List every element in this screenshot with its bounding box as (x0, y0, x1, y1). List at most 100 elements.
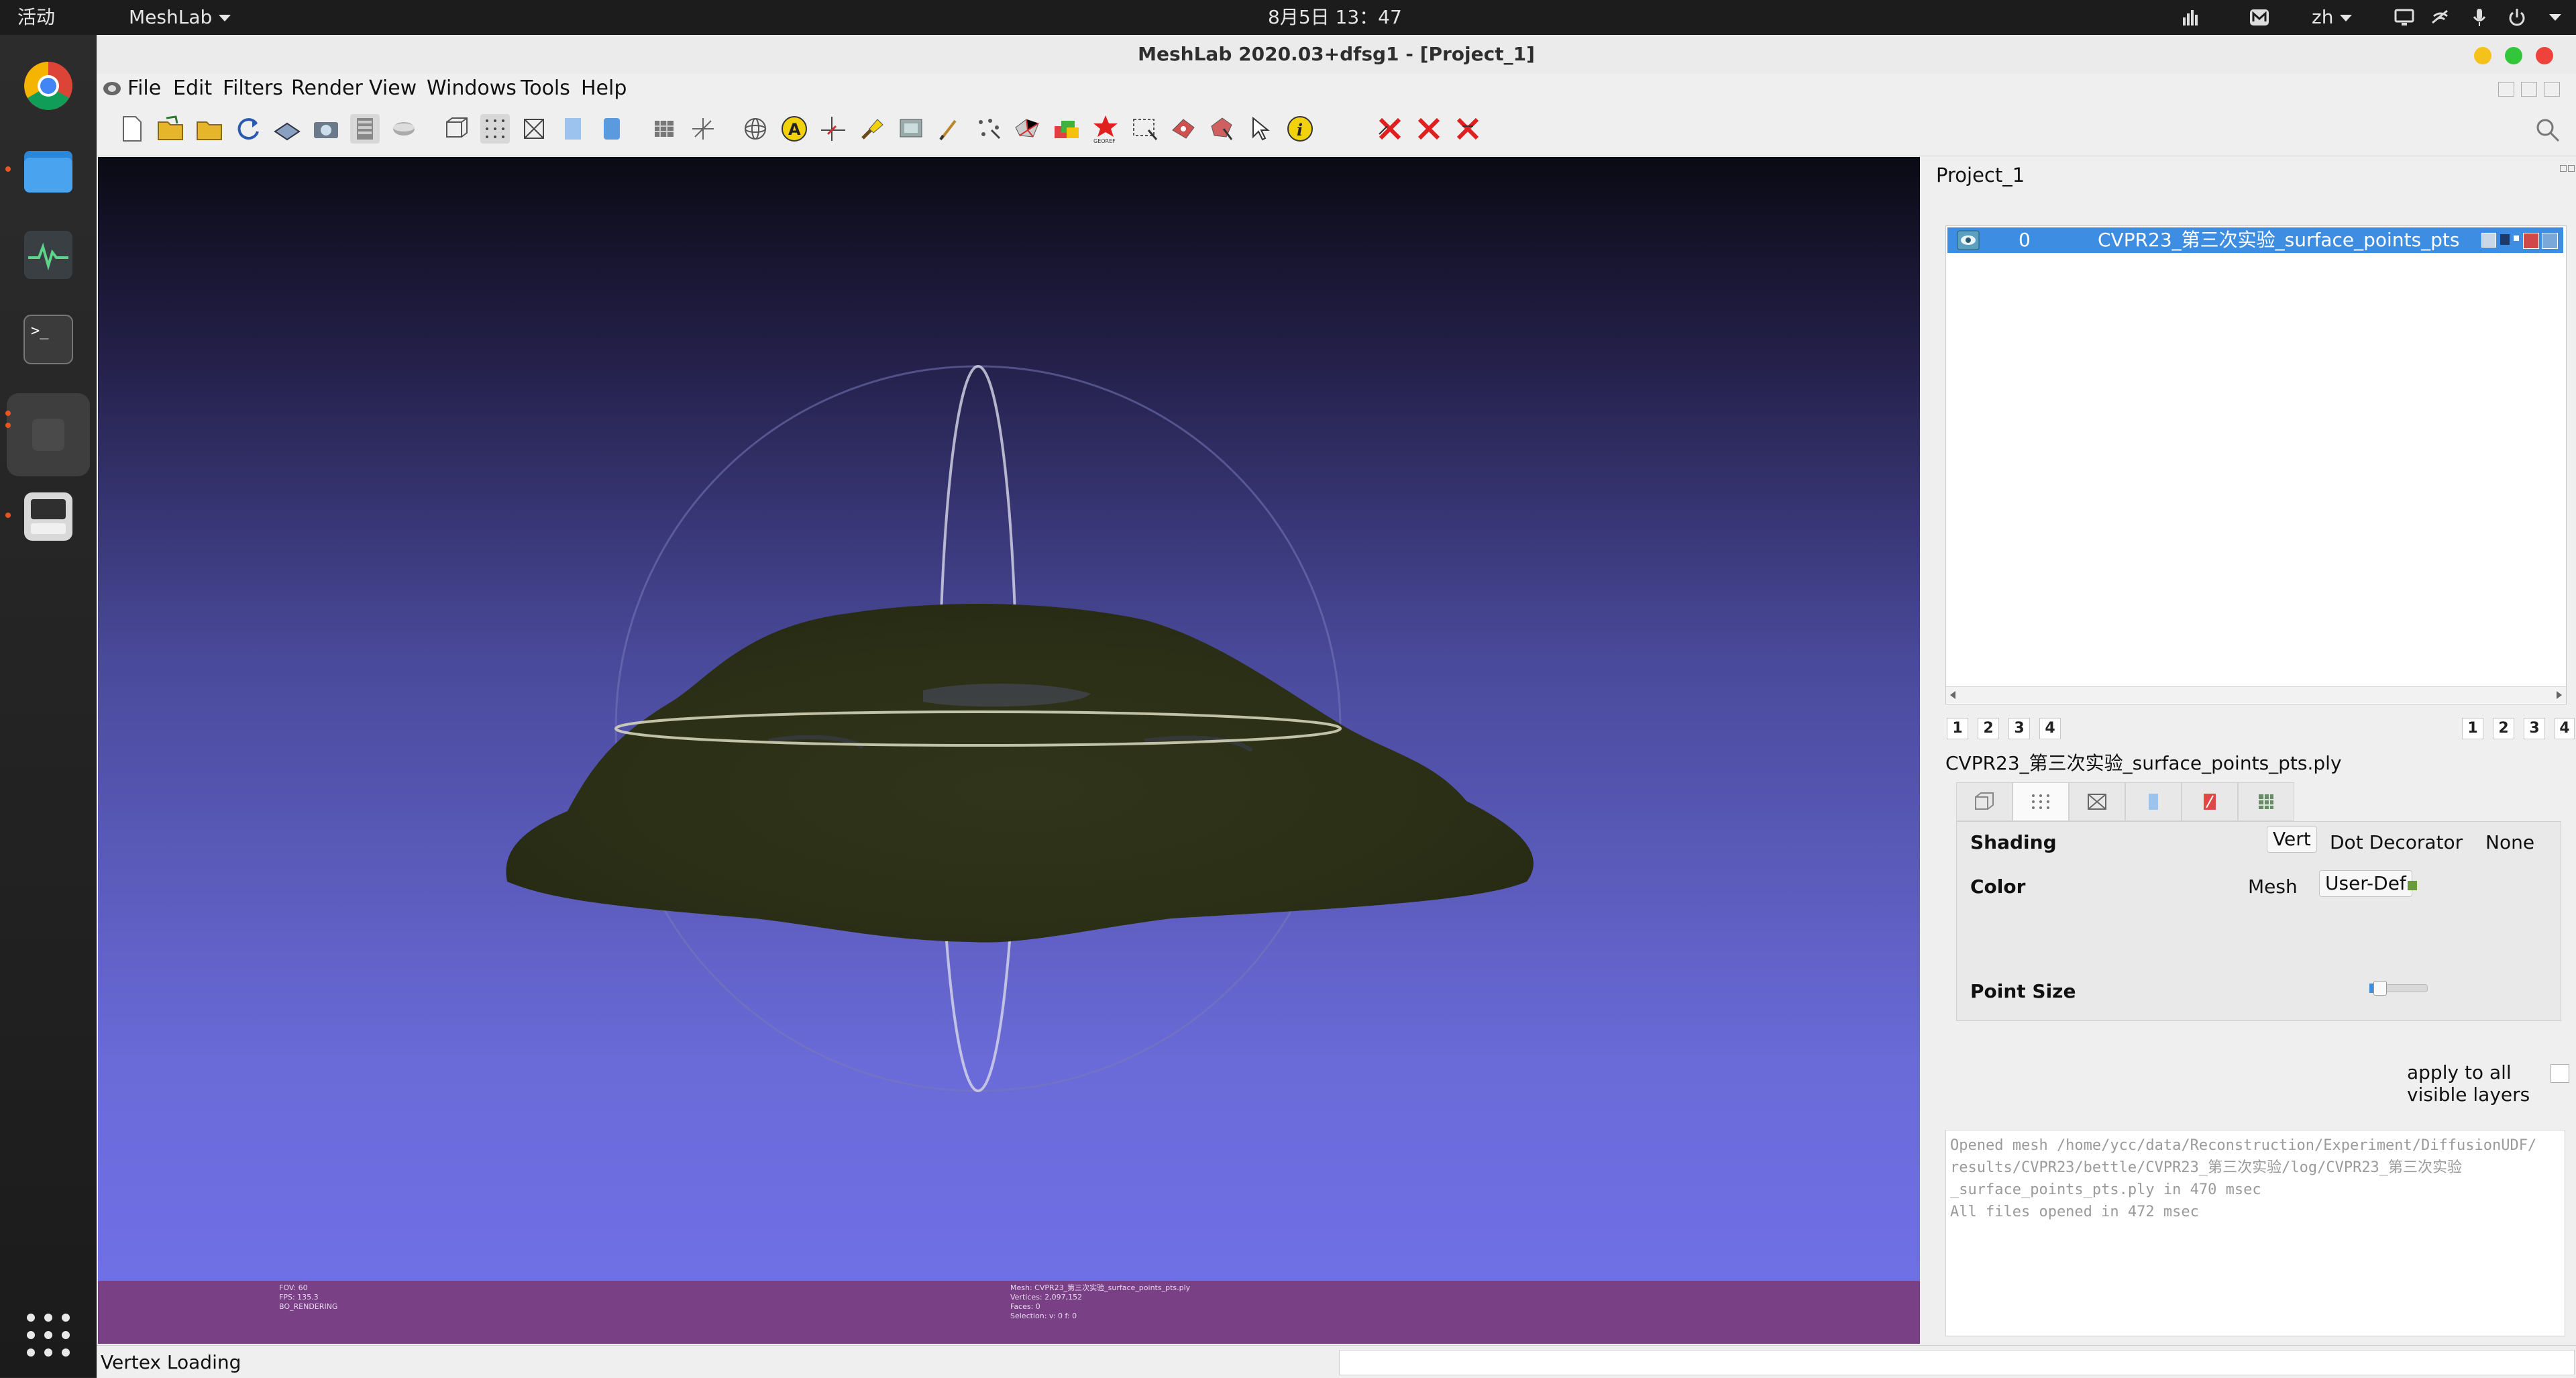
layer-row[interactable]: 0 CVPR23_第三次实验_surface_points_pts (1947, 227, 2563, 253)
maximize-button[interactable] (2505, 47, 2522, 64)
measure-tool-icon[interactable] (818, 114, 848, 144)
color-userdef-button[interactable]: User-Def (2319, 870, 2412, 897)
scroll-right-icon[interactable] (2557, 691, 2562, 699)
menu-file[interactable]: File (127, 74, 161, 103)
show-applications-icon[interactable] (25, 1312, 71, 1358)
menu-filters[interactable]: Filters (223, 74, 283, 103)
menu-edit[interactable]: Edit (173, 74, 212, 103)
network-disabled-icon[interactable] (2430, 7, 2451, 28)
decorate-icon[interactable] (649, 114, 679, 144)
tab-decorators[interactable] (2238, 782, 2294, 821)
system-menu-chevron-icon[interactable] (2549, 14, 2561, 21)
shading-dot-decorator-option[interactable]: Dot Decorator (2330, 831, 2463, 853)
raster-layers-icon[interactable] (389, 114, 419, 144)
georef-icon[interactable]: GEOREF (1091, 114, 1120, 144)
delete-selected-icon[interactable] (1375, 114, 1405, 144)
window-titlebar[interactable]: MeshLab 2020.03+dfsg1 - [Project_1] (97, 35, 2576, 74)
annotation-icon[interactable]: A (780, 114, 809, 144)
activities-button[interactable]: 活动 (17, 0, 55, 35)
bounding-box-icon[interactable] (441, 114, 471, 144)
pager-left-3[interactable]: 3 (2008, 718, 2030, 739)
mdi-restore-button[interactable] (2521, 82, 2537, 97)
menu-windows[interactable]: Windows (427, 74, 517, 103)
new-project-icon[interactable] (117, 114, 146, 144)
layer-texture-icon[interactable] (2542, 233, 2558, 249)
smooth-shading-icon[interactable] (597, 114, 627, 144)
dock-meshlab-active[interactable] (7, 393, 90, 476)
dock-terminal[interactable]: >_ (17, 309, 79, 370)
flat-shading-icon[interactable] (558, 114, 588, 144)
show-axis-icon[interactable] (688, 114, 718, 144)
3d-viewport[interactable] (98, 157, 1920, 1285)
tab-bbox[interactable] (1956, 782, 2012, 821)
select-cursor-icon[interactable] (1246, 114, 1276, 144)
horizontal-scrollbar[interactable] (1946, 686, 2566, 703)
network-activity-icon[interactable] (2180, 7, 2202, 28)
layer-mesh-info-icon[interactable] (2481, 233, 2496, 248)
point-size-slider[interactable] (2369, 981, 2428, 996)
pick-points-icon[interactable] (1169, 114, 1198, 144)
select-connected-icon[interactable] (1208, 114, 1237, 144)
layer-list[interactable]: 0 CVPR23_第三次实验_surface_points_pts (1945, 225, 2567, 704)
pager-right-4[interactable]: 4 (2555, 718, 2575, 739)
eye-visibility-icon[interactable] (1957, 230, 1980, 250)
layer-dot-icon[interactable] (2514, 235, 2519, 241)
mdi-close-button[interactable] (2544, 82, 2560, 97)
tab-wireframe[interactable] (2069, 782, 2125, 821)
mail-icon[interactable] (2249, 7, 2270, 28)
pager-left-1[interactable]: 1 (1947, 718, 1968, 739)
menu-help[interactable]: Help (581, 74, 627, 103)
search-icon[interactable] (2534, 117, 2561, 144)
paint-tool-icon[interactable] (857, 114, 887, 144)
tab-flat[interactable] (2125, 782, 2182, 821)
minimize-button[interactable] (2474, 47, 2491, 64)
export-mesh-icon[interactable] (272, 114, 302, 144)
points-render-icon[interactable] (480, 114, 510, 144)
dock-chrome[interactable] (17, 55, 79, 117)
close-button[interactable] (2536, 47, 2553, 64)
layer-dialog-icon[interactable] (350, 114, 380, 144)
info-icon[interactable]: i (1285, 114, 1315, 144)
input-method-menu[interactable]: zh (2312, 0, 2353, 35)
pager-left-2[interactable]: 2 (1978, 718, 1999, 739)
display-icon[interactable] (2394, 7, 2415, 28)
wireframe-icon[interactable] (519, 114, 549, 144)
app-menu[interactable]: MeshLab (129, 0, 231, 35)
pager-right-2[interactable]: 2 (2493, 718, 2514, 739)
pager-left-4[interactable]: 4 (2039, 718, 2061, 739)
meshlab-logo-icon[interactable] (102, 79, 122, 98)
point-size-handle[interactable] (2373, 981, 2387, 996)
open-project-icon[interactable] (156, 114, 185, 144)
shading-none-option[interactable]: None (2485, 831, 2534, 853)
align-tool-icon[interactable] (896, 114, 926, 144)
delete-vertices-icon[interactable] (1453, 114, 1483, 144)
trackball-icon[interactable] (741, 114, 770, 144)
microphone-icon[interactable] (2469, 7, 2490, 28)
reload-icon[interactable] (233, 114, 263, 144)
dock-software-updater[interactable] (17, 486, 79, 547)
shading-vert-button[interactable]: Vert (2267, 826, 2317, 853)
panel-close-button[interactable] (2568, 165, 2575, 172)
color-swatch[interactable] (2408, 881, 2417, 890)
apply-all-checkbox[interactable] (2551, 1064, 2569, 1083)
pager-right-1[interactable]: 1 (2462, 718, 2483, 739)
color-mesh-option[interactable]: Mesh (2248, 876, 2298, 898)
clock[interactable]: 8月5日 13：47 (1268, 0, 1402, 35)
dock-system-monitor[interactable] (17, 224, 79, 286)
select-vertices-icon[interactable] (974, 114, 1004, 144)
tab-points[interactable] (2012, 782, 2069, 821)
pager-right-3[interactable]: 3 (2524, 718, 2545, 739)
brush-icon[interactable] (935, 114, 965, 144)
layer-points-icon[interactable] (2500, 234, 2510, 245)
log-window[interactable]: Opened mesh /home/ycc/data/Reconstructio… (1945, 1130, 2565, 1336)
select-region-icon[interactable] (1130, 114, 1159, 144)
scroll-left-icon[interactable] (1950, 691, 1955, 699)
tab-texture[interactable] (2182, 782, 2238, 821)
select-faces-icon[interactable] (1013, 114, 1042, 144)
color-fill-icon[interactable] (1052, 114, 1081, 144)
delete-faces-icon[interactable] (1414, 114, 1444, 144)
mdi-minimize-button[interactable] (2498, 82, 2514, 97)
layer-color-icon[interactable] (2523, 233, 2539, 249)
menu-view[interactable]: View (369, 74, 417, 103)
panel-float-button[interactable] (2560, 165, 2567, 172)
